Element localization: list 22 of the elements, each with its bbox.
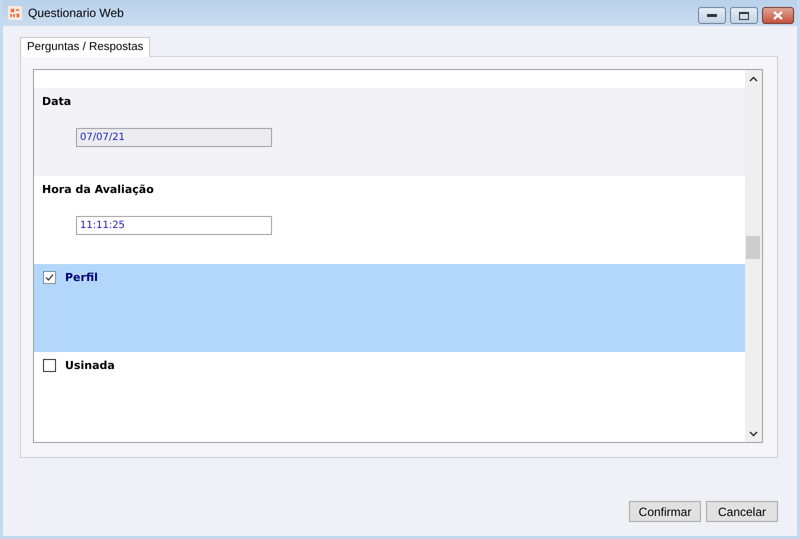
input-field[interactable]: 11:11:25 (76, 216, 272, 235)
scroll-thumb[interactable] (746, 236, 760, 259)
maximize-icon (739, 12, 749, 20)
dialog-button[interactable]: Confirmar (629, 501, 701, 522)
window-title: Questionario Web (28, 6, 124, 20)
app-icon (8, 6, 22, 20)
question-label: Usinada (65, 359, 115, 372)
close-button[interactable] (762, 7, 794, 24)
question-label: Data (42, 95, 72, 108)
question-label: Hora da Avaliação (42, 183, 155, 196)
maximize-button[interactable] (730, 7, 758, 24)
minimize-button[interactable] (698, 7, 726, 24)
question-label: Perfil (65, 271, 98, 284)
dialog-button[interactable]: Cancelar (706, 501, 778, 522)
tab[interactable]: Perguntas / Respostas (20, 37, 150, 57)
scroll-down-icon[interactable] (749, 430, 758, 436)
close-icon (773, 11, 783, 20)
minimize-icon (707, 14, 717, 18)
checkbox[interactable] (43, 359, 56, 372)
scrollbar[interactable] (745, 70, 762, 442)
checkbox[interactable] (43, 271, 56, 284)
scroll-up-icon[interactable] (749, 76, 758, 82)
